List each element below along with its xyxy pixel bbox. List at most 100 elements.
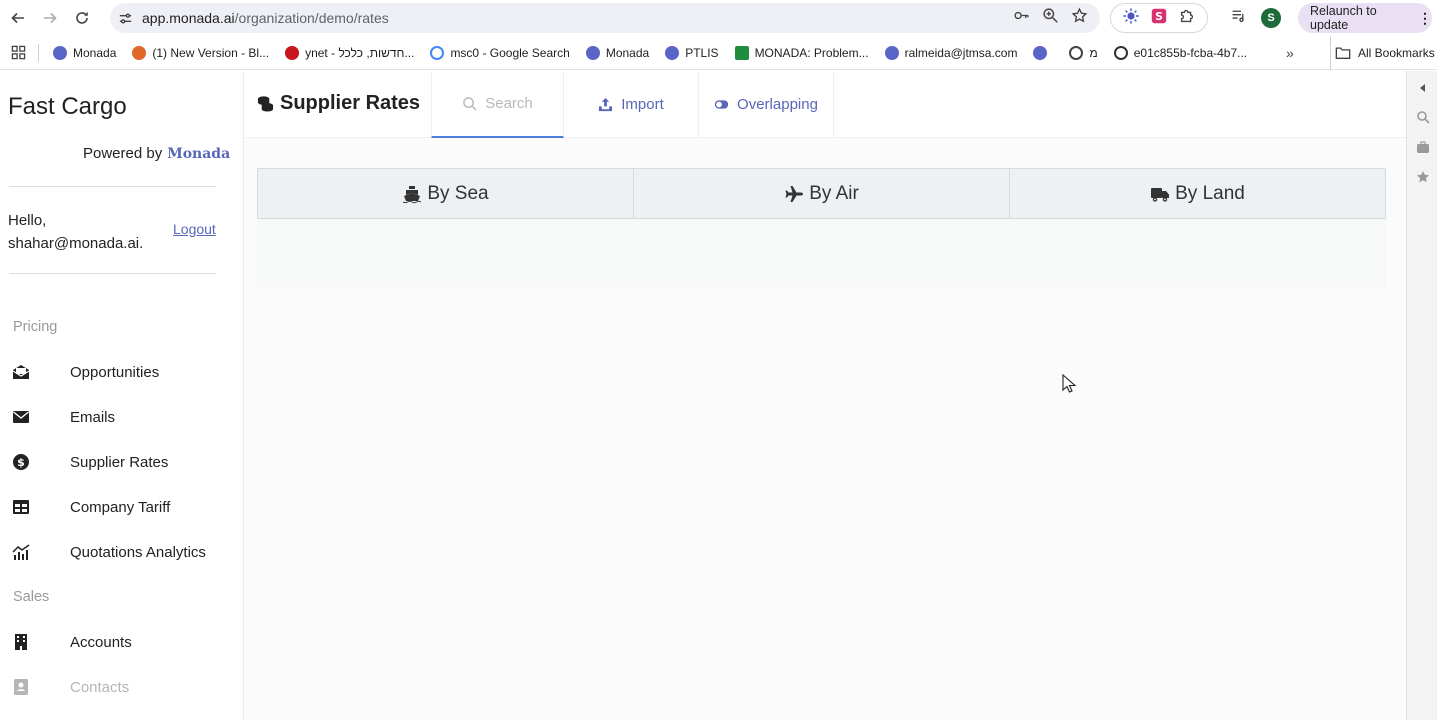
globe-icon (1113, 45, 1128, 60)
sidebar-item-company-tariff[interactable]: Company Tariff (0, 489, 243, 525)
tab-search[interactable]: Search (431, 71, 564, 138)
mode-by-air[interactable]: By Air (634, 169, 1010, 218)
bookmark-item[interactable]: e01c855b-fcba-4b7... (1106, 45, 1255, 60)
toggle-overlap-icon (714, 100, 729, 109)
address-bar[interactable]: app.monada.ai/organization/demo/rates (110, 3, 1100, 33)
sidebar: Fast Cargo Powered by Monada Hello, shah… (0, 71, 244, 720)
back-icon[interactable] (2, 2, 34, 34)
powered-by: Powered by Monada (83, 145, 230, 162)
extension-s-icon[interactable]: S (1150, 7, 1168, 30)
monada-logo: Monada (167, 146, 231, 162)
extensions-group: S (1110, 3, 1208, 33)
folder-icon (1335, 47, 1351, 59)
sidebar-item-quotations-analytics[interactable]: Quotations Analytics (0, 534, 243, 570)
bookmark-item[interactable]: ralmeida@jtmsa.com (877, 45, 1026, 60)
apps-grid-icon[interactable] (0, 45, 36, 60)
bookmark-item[interactable]: מ (1061, 45, 1105, 60)
star-icon[interactable] (1416, 170, 1430, 184)
relaunch-button[interactable]: Relaunch to update ⋮ (1298, 3, 1432, 33)
main-content: Supplier Rates Search Import Overlapping… (244, 71, 1406, 720)
profile-avatar[interactable]: S (1261, 8, 1281, 28)
coins-icon (257, 96, 274, 112)
more-menu-icon[interactable]: ⋮ (1418, 10, 1432, 27)
bookmark-item[interactable] (1025, 45, 1061, 60)
page-title: Supplier Rates (257, 92, 420, 115)
user-greeting: Hello, shahar@monada.ai. (8, 209, 143, 255)
tab-label: Overlapping (737, 96, 818, 113)
envelope-icon (13, 411, 29, 423)
bookmark-favicon-icon (884, 45, 899, 60)
powered-by-label: Powered by (83, 145, 163, 162)
contact-card-icon (14, 679, 28, 695)
extension-sun-icon[interactable] (1122, 7, 1140, 30)
site-settings-icon[interactable] (110, 11, 140, 26)
truck-icon (1151, 187, 1170, 202)
sidebar-item-supplier-rates[interactable]: $ Supplier Rates (0, 444, 243, 480)
svg-text:$: $ (17, 456, 25, 469)
upload-icon (599, 97, 613, 112)
sidebar-item-label: Opportunities (70, 363, 160, 381)
ship-icon (403, 185, 422, 203)
side-panel-strip (1406, 71, 1437, 720)
all-bookmarks-button[interactable]: All Bookmarks (1330, 36, 1435, 70)
openai-icon (1069, 45, 1084, 60)
bookmark-item[interactable]: MONADA: Problem... (727, 45, 877, 60)
bookmark-item[interactable]: Monada (45, 45, 124, 60)
section-label-sales: Sales (13, 589, 50, 605)
sidebar-item-contacts[interactable]: Contacts (0, 669, 243, 705)
greeting-text: Hello, (8, 212, 47, 229)
transport-mode-selector: By Sea By Air By Land (257, 168, 1386, 219)
divider (9, 186, 216, 187)
sidebar-item-label: Company Tariff (70, 498, 171, 516)
bookmark-item[interactable]: msc0 - Google Search (422, 45, 577, 60)
collapse-arrow-icon[interactable] (1416, 81, 1430, 95)
briefcase-icon[interactable] (1416, 140, 1430, 154)
mode-by-sea[interactable]: By Sea (258, 169, 634, 218)
tab-overlapping[interactable]: Overlapping (699, 71, 834, 138)
sidebar-item-label: Contacts (70, 678, 130, 696)
mode-by-land[interactable]: By Land (1010, 169, 1385, 218)
forward-icon[interactable] (34, 2, 66, 34)
sidebar-item-accounts[interactable]: Accounts (0, 624, 243, 660)
bookmark-favicon-icon (132, 45, 147, 60)
bookmark-star-icon[interactable] (1071, 7, 1088, 29)
mode-label: By Land (1175, 182, 1245, 204)
envelope-open-icon (12, 365, 30, 379)
browser-toolbar: app.monada.ai/organization/demo/rates S … (0, 0, 1437, 36)
bookmark-item[interactable]: PTLIS (657, 45, 726, 60)
bookmark-item[interactable]: (1) New Version - Bl... (124, 45, 277, 60)
mouse-cursor-icon (1062, 374, 1076, 393)
sidebar-item-opportunities[interactable]: Opportunities (0, 354, 243, 390)
logout-link[interactable]: Logout (173, 221, 216, 237)
url-text: app.monada.ai/organization/demo/rates (142, 10, 389, 26)
bookmark-item[interactable]: ynet - חדשות, כלכל... (277, 45, 422, 60)
reload-icon[interactable] (66, 2, 98, 34)
sidebar-item-emails[interactable]: Emails (0, 399, 243, 435)
relaunch-label: Relaunch to update (1310, 4, 1377, 32)
bookmark-favicon-icon (585, 45, 600, 60)
password-key-icon[interactable] (1013, 7, 1030, 29)
bookmarks-overflow-icon[interactable]: » (1286, 45, 1294, 61)
media-controls-icon[interactable] (1230, 7, 1247, 29)
bookmark-item[interactable]: Monada (578, 45, 657, 60)
page-title-text: Supplier Rates (280, 92, 421, 114)
bookmark-favicon-icon (53, 45, 67, 60)
mode-label: By Sea (427, 182, 489, 204)
table-icon (13, 500, 29, 514)
brand-title: Fast Cargo (8, 93, 127, 120)
chart-icon (12, 544, 30, 560)
tab-label: Search (485, 95, 533, 112)
tab-label: Import (621, 96, 664, 113)
page-header: Supplier Rates Search Import Overlapping (244, 71, 1406, 138)
extensions-puzzle-icon[interactable] (1178, 7, 1196, 30)
search-icon (463, 97, 477, 111)
search-icon[interactable] (1416, 110, 1430, 124)
sheets-icon (734, 45, 749, 60)
section-label-pricing: Pricing (13, 319, 58, 335)
sidebar-item-label: Accounts (70, 633, 132, 651)
mode-label: By Air (809, 182, 859, 204)
bookmark-favicon-icon (1033, 45, 1048, 60)
zoom-icon[interactable] (1042, 7, 1059, 29)
user-email: shahar@monada.ai. (8, 235, 144, 252)
tab-import[interactable]: Import (564, 71, 699, 138)
